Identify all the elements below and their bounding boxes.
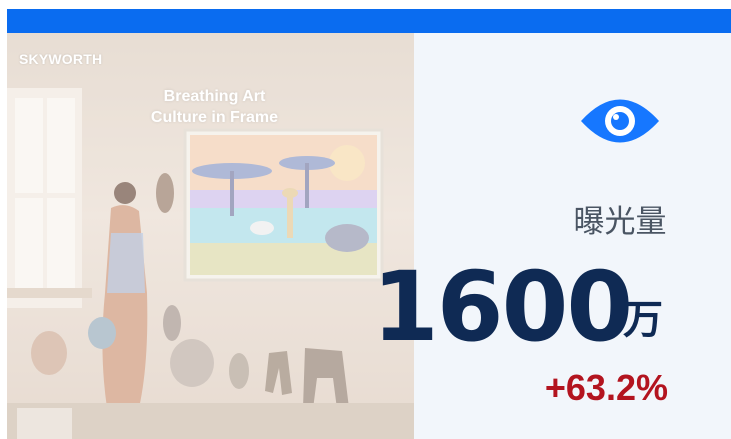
tagline-line-1: Breathing Art [163, 88, 266, 105]
tagline-line-2: Culture in Frame [150, 109, 279, 126]
eye-icon [581, 99, 659, 143]
metric-label: 曝光量 [573, 204, 667, 240]
metric-change: +63.2% [544, 367, 668, 408]
metric-value: 1600 [372, 251, 633, 363]
brand-logo-text: SKYWORTH [19, 51, 103, 67]
top-accent-bar [7, 9, 731, 33]
metric-unit: 万 [623, 297, 663, 343]
promo-photo: SKYWORTH Breathing Art Culture in Frame [7, 33, 414, 439]
